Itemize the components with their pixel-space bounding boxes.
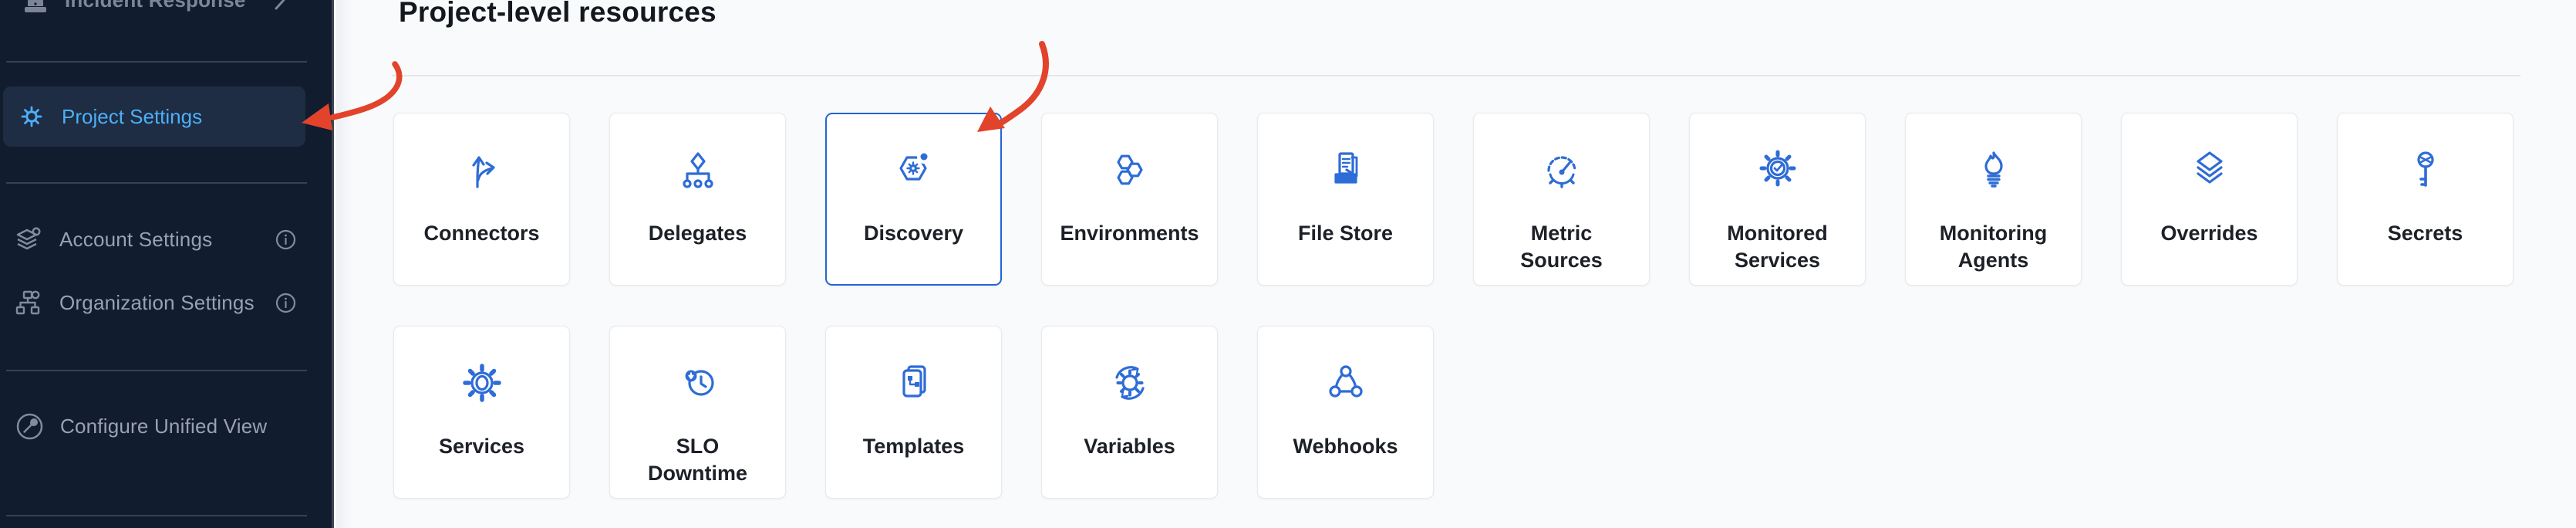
- file-store-icon: [1321, 145, 1371, 195]
- card-label: Delegates: [649, 220, 747, 247]
- sidebar-item-label: Incident Response: [65, 0, 246, 12]
- sidebar-item-incident-response[interactable]: Incident Response: [0, 0, 334, 28]
- card-label: Variables: [1084, 433, 1175, 460]
- resource-cards-row-1: Connectors Delegates Discovery Environme…: [393, 113, 2514, 286]
- card-monitored-services[interactable]: Monitored Services: [1689, 113, 1866, 286]
- content-edge-shading: [336, 0, 353, 528]
- chevron-right-icon: [274, 0, 286, 10]
- card-services[interactable]: Services: [393, 326, 570, 499]
- card-templates[interactable]: Templates: [825, 326, 1002, 499]
- card-secrets[interactable]: Secrets: [2337, 113, 2514, 286]
- gear-icon: [18, 103, 46, 130]
- info-icon[interactable]: [275, 229, 296, 250]
- sidebar-item-label: Project Settings: [62, 105, 202, 129]
- card-label: Connectors: [423, 220, 539, 247]
- webhooks-icon: [1321, 358, 1371, 408]
- services-icon: [457, 358, 507, 408]
- card-monitoring-agents[interactable]: Monitoring Agents: [1905, 113, 2082, 286]
- monitored-services-icon: [1753, 145, 1802, 195]
- variables-icon: [1105, 358, 1155, 408]
- sidebar-divider: [6, 182, 307, 184]
- slo-downtime-icon: [673, 358, 723, 408]
- info-icon[interactable]: [275, 293, 296, 313]
- sidebar-item-label: Account Settings: [59, 228, 212, 252]
- monitoring-agents-icon: [1969, 145, 2018, 195]
- sidebar-divider: [6, 370, 307, 371]
- connectors-icon: [457, 145, 507, 195]
- card-label: Secrets: [2388, 220, 2463, 247]
- title-divider: [392, 75, 2520, 76]
- card-discovery[interactable]: Discovery: [825, 113, 1002, 286]
- card-overrides[interactable]: Overrides: [2121, 113, 2298, 286]
- card-label: Services: [439, 433, 524, 460]
- sidebar-item-label: Organization Settings: [59, 291, 255, 315]
- wrench-circle-icon: [15, 412, 44, 441]
- card-label: Environments: [1060, 220, 1199, 247]
- discovery-icon: [889, 145, 939, 195]
- sidebar-item-label: Configure Unified View: [60, 415, 267, 438]
- overrides-icon: [2185, 145, 2234, 195]
- metric-sources-icon: [1537, 145, 1586, 195]
- main-content: Project-level resources Connectors Deleg…: [336, 0, 2576, 528]
- card-label: Overrides: [2160, 220, 2257, 247]
- sidebar-item-project-settings[interactable]: Project Settings: [3, 86, 305, 147]
- sidebar-divider: [6, 61, 307, 63]
- card-webhooks[interactable]: Webhooks: [1257, 326, 1434, 499]
- card-label: Discovery: [864, 220, 963, 247]
- org-chart-gear-icon: [14, 288, 43, 317]
- secrets-icon: [2401, 145, 2450, 195]
- card-label: Templates: [863, 433, 965, 460]
- app-window: Incident Response Project Settings: [0, 0, 2576, 528]
- sidebar-divider: [6, 515, 307, 516]
- page-title: Project-level resources: [399, 0, 716, 29]
- card-metric-sources[interactable]: Metric Sources: [1473, 113, 1650, 286]
- card-label: SLO Downtime: [648, 433, 747, 487]
- card-slo-downtime[interactable]: SLO Downtime: [609, 326, 786, 499]
- sidebar-item-organization-settings[interactable]: Organization Settings: [0, 272, 334, 333]
- environments-icon: [1105, 145, 1155, 195]
- card-delegates[interactable]: Delegates: [609, 113, 786, 286]
- sidebar-item-configure-unified-view[interactable]: Configure Unified View: [0, 395, 334, 457]
- sidebar-item-account-settings[interactable]: Account Settings: [0, 208, 334, 270]
- delegates-icon: [673, 145, 723, 195]
- incident-response-icon: [19, 0, 52, 17]
- card-label: Metric Sources: [1520, 220, 1603, 274]
- resource-cards-row-2: Services SLO Downtime Templates Variable…: [393, 326, 1434, 499]
- card-connectors[interactable]: Connectors: [393, 113, 570, 286]
- templates-icon: [889, 358, 939, 408]
- card-label: Monitoring Agents: [1940, 220, 2047, 274]
- card-label: Webhooks: [1293, 433, 1398, 460]
- card-label: File Store: [1298, 220, 1393, 247]
- layers-gear-icon: [14, 225, 43, 254]
- card-variables[interactable]: Variables: [1041, 326, 1218, 499]
- card-file-store[interactable]: File Store: [1257, 113, 1434, 286]
- card-environments[interactable]: Environments: [1041, 113, 1218, 286]
- sidebar: Incident Response Project Settings: [0, 0, 334, 528]
- card-label: Monitored Services: [1727, 220, 1827, 274]
